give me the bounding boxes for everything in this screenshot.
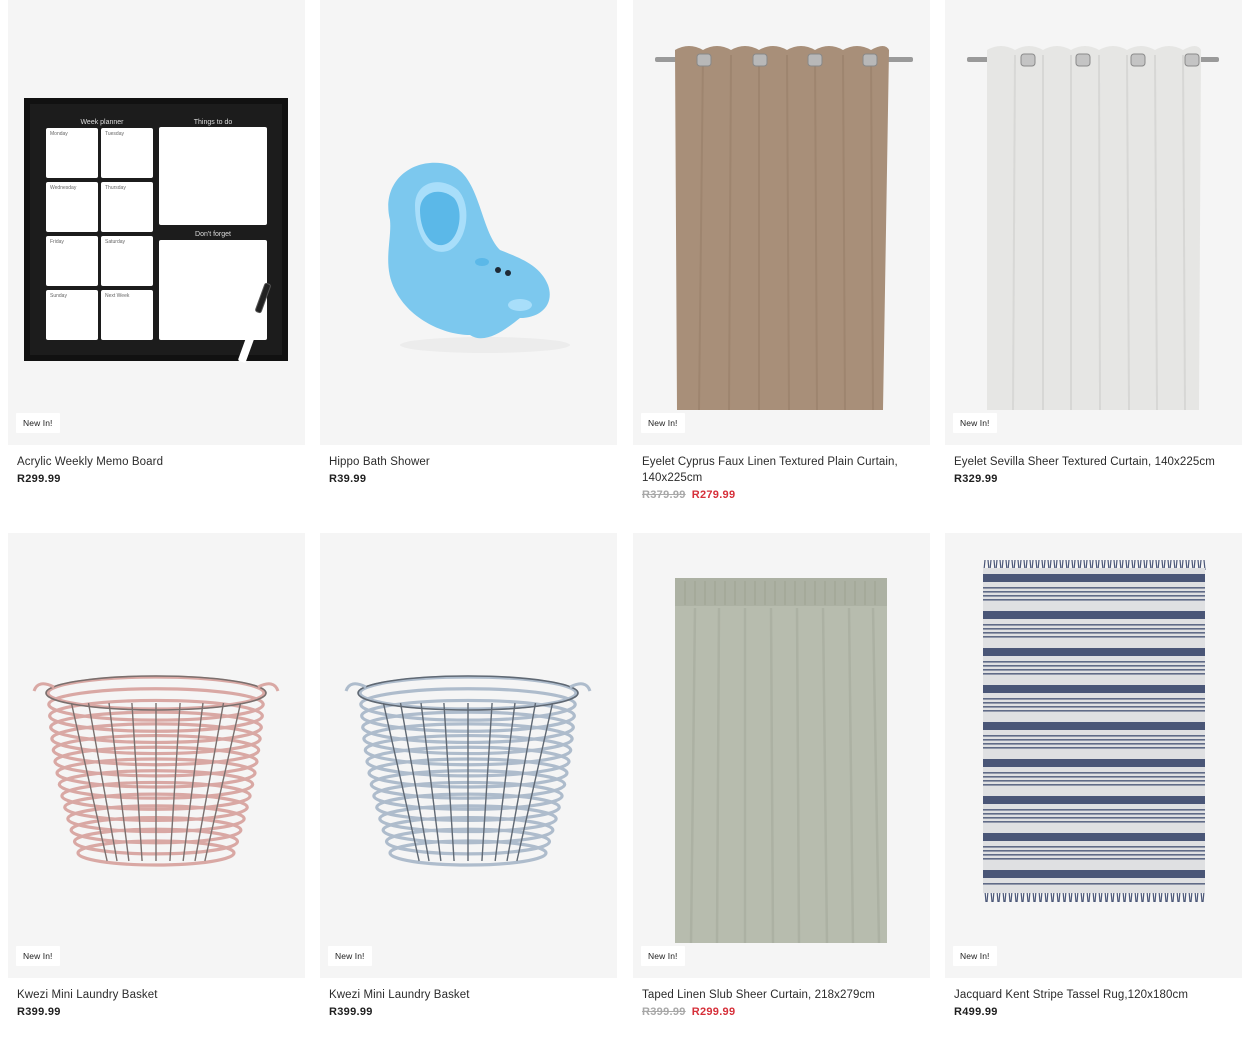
product-image[interactable]: New In! — [320, 533, 617, 978]
product-name[interactable]: Jacquard Kent Stripe Tassel Rug,120x180c… — [954, 987, 1233, 1003]
price-row: R399.99 — [17, 1006, 296, 1018]
pink-basket-image — [32, 675, 280, 867]
product-name[interactable]: Kwezi Mini Laundry Basket — [17, 987, 296, 1003]
board-heading-left: Week planner — [80, 119, 124, 126]
product-price: R499.99 — [954, 1006, 998, 1018]
sage-curtain-image — [675, 578, 887, 944]
price-row: R329.99 — [954, 473, 1233, 485]
product-card[interactable]: New In! Kwezi Mini Laundry Basket R399.9… — [320, 533, 617, 1018]
board-day-label: Next Week — [105, 293, 130, 299]
product-price: R39.99 — [329, 473, 367, 485]
product-card[interactable]: New In! Kwezi Mini Laundry Basket R399.9… — [8, 533, 305, 1018]
board-day-label: Thursday — [105, 185, 126, 191]
board-day-label: Friday — [50, 239, 64, 245]
product-price: R399.99 — [17, 1006, 61, 1018]
product-price: R329.99 — [954, 473, 998, 485]
product-name[interactable]: Hippo Bath Shower — [329, 454, 608, 470]
product-name[interactable]: Acrylic Weekly Memo Board — [17, 454, 296, 470]
price-row: R39.99 — [329, 473, 608, 485]
product-image[interactable]: New In! — [8, 533, 305, 978]
board-heading-bottom: Don't forget — [195, 231, 231, 238]
product-card[interactable]: New In! Jacquard Kent Stripe Tassel Rug,… — [945, 533, 1242, 1018]
price-row: R399.99 R299.99 — [642, 1006, 921, 1018]
board-day-label: Monday — [50, 131, 68, 137]
price-row: R379.99 R279.99 — [642, 489, 921, 501]
product-name[interactable]: Eyelet Sevilla Sheer Textured Curtain, 1… — [954, 454, 1233, 470]
product-image[interactable]: New In! — [945, 533, 1242, 978]
board-day-label: Saturday — [105, 239, 126, 245]
new-in-badge: New In! — [953, 413, 997, 433]
blue-basket-image — [344, 675, 592, 867]
sale-price: R279.99 — [691, 489, 736, 501]
product-card[interactable]: New In! Eyelet Sevilla Sheer Textured Cu… — [945, 0, 1242, 485]
board-day-label: Tuesday — [105, 131, 124, 137]
price-row: R299.99 — [17, 473, 296, 485]
product-image[interactable]: New In! — [945, 0, 1242, 445]
original-price: R399.99 — [642, 1006, 686, 1018]
memo-board-image: Week planner Things to do Don't forget M… — [24, 98, 288, 363]
new-in-badge: New In! — [641, 946, 685, 966]
product-image[interactable]: Week planner Things to do Don't forget M… — [8, 0, 305, 445]
product-card[interactable]: Hippo Bath Shower R39.99 — [320, 0, 617, 485]
product-price: R399.99 — [329, 1006, 373, 1018]
new-in-badge: New In! — [953, 946, 997, 966]
board-day-label: Sunday — [50, 293, 67, 299]
product-name[interactable]: Kwezi Mini Laundry Basket — [329, 987, 608, 1003]
product-card[interactable]: New In! Taped Linen Slub Sheer Curtain, … — [633, 533, 930, 1018]
board-heading-right: Things to do — [194, 119, 233, 126]
price-row: R399.99 — [329, 1006, 608, 1018]
new-in-badge: New In! — [16, 946, 60, 966]
product-card[interactable]: Week planner Things to do Don't forget M… — [8, 0, 305, 485]
new-in-badge: New In! — [16, 413, 60, 433]
board-day-label: Wednesday — [50, 185, 77, 191]
product-card[interactable]: New In! Eyelet Cyprus Faux Linen Texture… — [633, 0, 930, 501]
product-name[interactable]: Eyelet Cyprus Faux Linen Textured Plain … — [642, 454, 921, 486]
original-price: R379.99 — [642, 489, 686, 501]
new-in-badge: New In! — [328, 946, 372, 966]
price-row: R499.99 — [954, 1006, 1233, 1018]
white-curtain-image — [967, 46, 1219, 411]
product-name[interactable]: Taped Linen Slub Sheer Curtain, 218x279c… — [642, 987, 921, 1003]
product-image[interactable]: New In! — [633, 0, 930, 445]
product-image[interactable]: New In! — [633, 533, 930, 978]
product-image[interactable] — [320, 0, 617, 445]
product-price: R299.99 — [17, 473, 61, 485]
brown-curtain-image — [655, 46, 913, 411]
new-in-badge: New In! — [641, 413, 685, 433]
striped-rug-image — [983, 559, 1206, 903]
hippo-image — [388, 162, 570, 353]
sale-price: R299.99 — [691, 1006, 736, 1018]
